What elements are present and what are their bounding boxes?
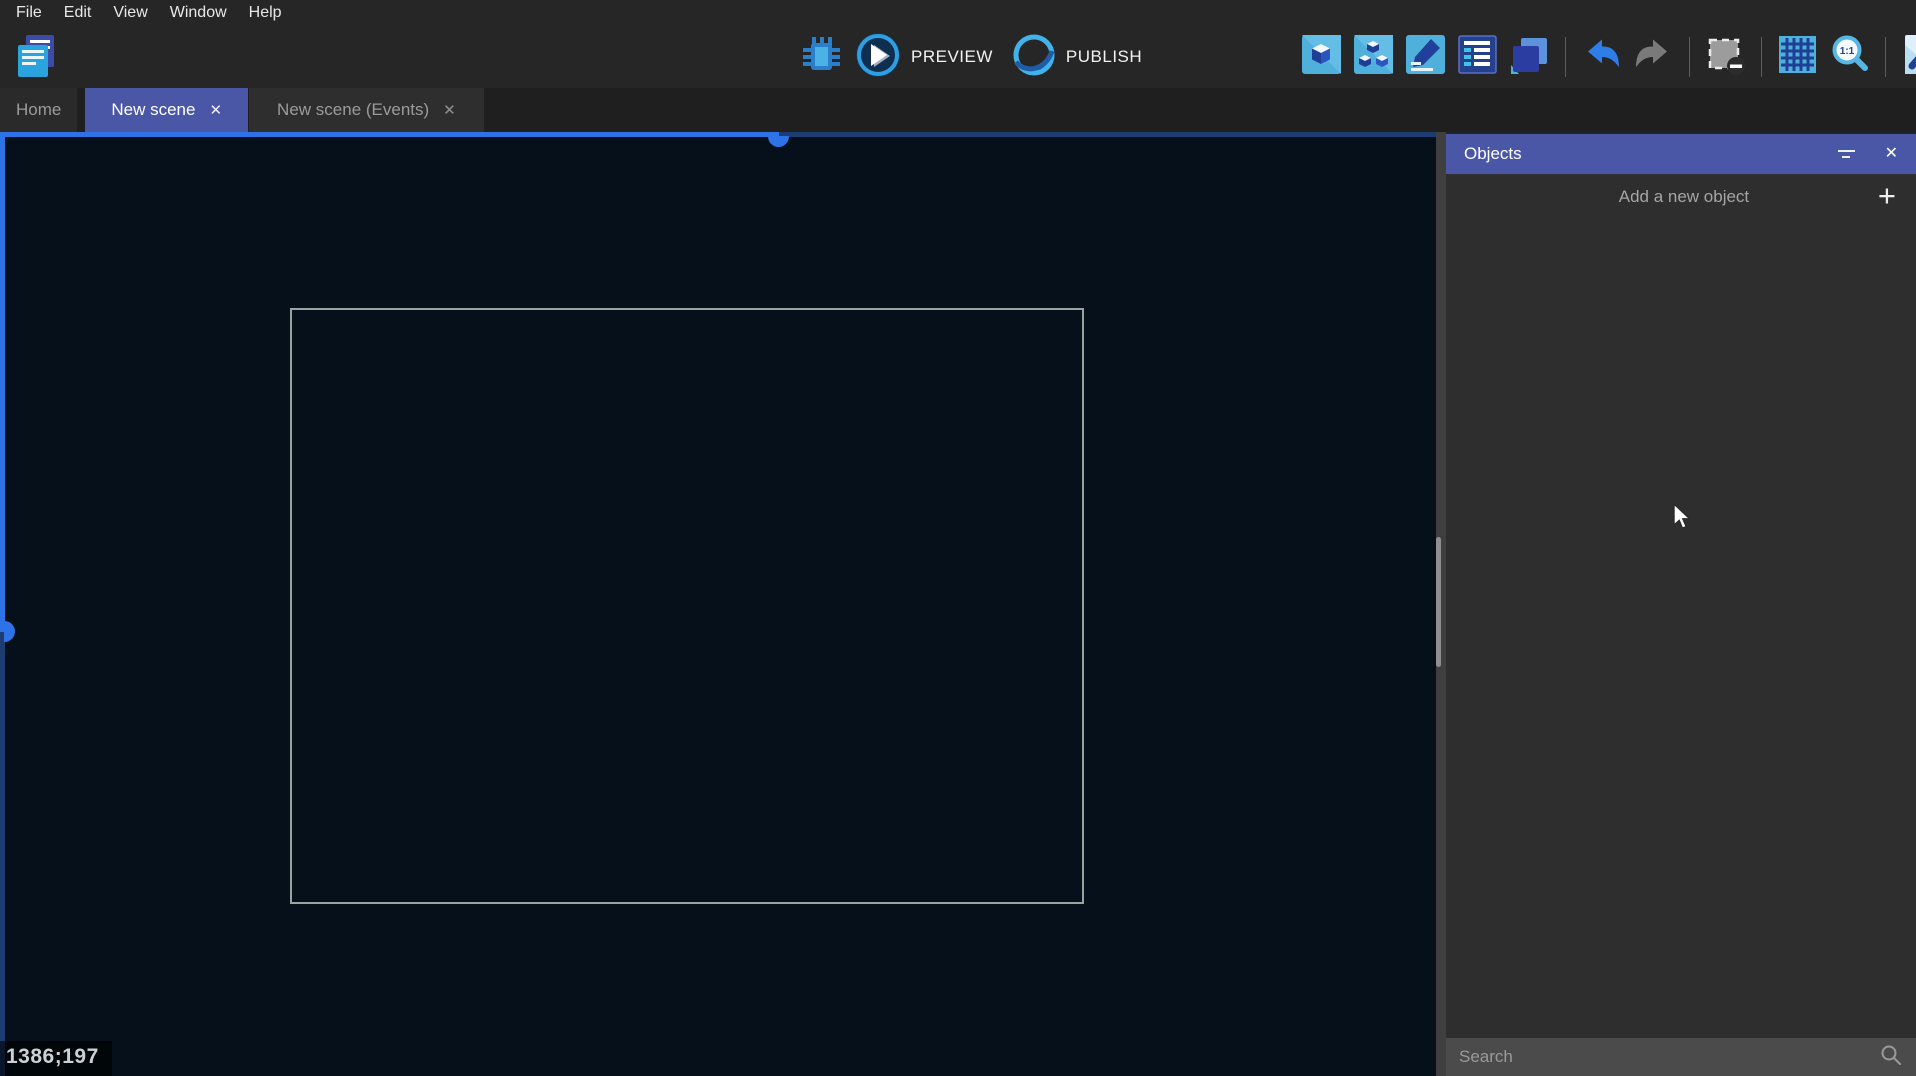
scene-window-frame [290,308,1084,904]
menu-edit[interactable]: Edit [53,2,103,24]
tab-bar: Home New scene ✕ New scene (Events) ✕ [0,88,1916,132]
redo-button[interactable] [1632,33,1675,81]
zoom-1-1-icon: 1:1 [1828,33,1871,81]
instances-list-button[interactable] [1456,33,1499,81]
toolbar-center-group: PREVIEW PUBLISH [800,33,1148,81]
tab-new-scene-label: New scene [111,100,195,120]
toolbar-separator [1885,37,1886,77]
menu-view[interactable]: View [102,2,158,24]
canvas-horizontal-scroll-fill [0,132,779,137]
tab-new-scene[interactable]: New scene ✕ [85,88,248,132]
add-new-object-button[interactable]: Add a new object + [1446,174,1916,220]
deselect-all-icon [1704,33,1747,81]
toolbar-separator [1565,37,1566,77]
objects-search-input[interactable] [1459,1047,1879,1067]
objects-panel: Objects ✕ Add a new object + [1446,132,1916,1076]
grid-icon [1776,33,1819,81]
tab-new-scene-events-label: New scene (Events) [277,100,429,120]
tab-new-scene-events[interactable]: New scene (Events) ✕ [249,88,484,132]
plus-icon: + [1878,180,1896,211]
project-manager-icon [14,33,58,84]
scene-objects-icon [1300,33,1343,81]
objects-panel-title: Objects [1464,144,1838,164]
properties-button[interactable] [1404,33,1447,81]
properties-pencil-icon [1404,33,1447,81]
object-groups-icon [1352,33,1395,81]
debugger-bug-icon [800,33,843,81]
scene-properties-button[interactable] [1900,33,1916,81]
content-row: 1386;197 Objects ✕ Add a new object + [0,132,1916,1076]
cursor-coordinates-readout: 1386;197 [0,1041,112,1076]
publish-globe-icon [1011,32,1057,83]
canvas-vertical-scroll-thumb[interactable] [4,621,15,642]
object-groups-button[interactable] [1352,33,1395,81]
layers-button[interactable] [1508,33,1551,81]
gdevelop-window: File Edit View Window Help [0,0,1916,1076]
panel-divider[interactable] [1436,132,1446,1076]
undo-icon [1580,33,1623,81]
layers-icon [1508,33,1551,81]
scene-objects-button[interactable] [1300,33,1343,81]
publish-button[interactable]: PUBLISH [1011,32,1148,83]
scene-properties-wrench-icon [1900,33,1916,81]
menu-window[interactable]: Window [159,2,238,24]
preview-button[interactable]: PREVIEW [855,32,999,83]
add-new-object-label: Add a new object [1466,187,1878,207]
toolbar-separator [1689,37,1690,77]
preview-play-icon [855,32,901,83]
preview-label: PREVIEW [911,47,993,67]
tab-home[interactable]: Home [0,88,77,132]
toolbar-right-group: 1:1 [1300,35,1916,79]
svg-text:1:1: 1:1 [1840,46,1855,57]
canvas-vertical-scroll-fill [0,132,5,632]
objects-panel-header: Objects ✕ [1446,134,1916,174]
toolbar: PREVIEW PUBLISH [0,25,1916,88]
grid-button[interactable] [1776,33,1819,81]
menu-help[interactable]: Help [238,2,293,24]
deselect-all-button[interactable] [1704,33,1747,81]
panel-scrollbar-thumb[interactable] [1436,537,1441,667]
tab-close-icon[interactable]: ✕ [209,103,222,118]
redo-icon [1632,33,1675,81]
menu-bar: File Edit View Window Help [0,0,1916,25]
menu-file[interactable]: File [5,2,53,24]
scene-editor-canvas[interactable]: 1386;197 [0,132,1436,1076]
debugger-button[interactable] [800,33,843,81]
search-icon [1879,1043,1903,1072]
filter-icon[interactable] [1838,150,1855,158]
mouse-cursor-icon [1673,503,1695,536]
tab-home-label: Home [16,100,61,120]
objects-search-bar [1446,1038,1916,1076]
instances-list-icon [1456,33,1499,81]
toolbar-separator [1761,37,1762,77]
zoom-1-1-button[interactable]: 1:1 [1828,33,1871,81]
publish-label: PUBLISH [1066,47,1142,67]
canvas-horizontal-scroll-thumb[interactable] [768,136,789,147]
project-manager-button[interactable] [14,33,58,84]
tab-close-icon[interactable]: ✕ [443,103,456,118]
undo-button[interactable] [1580,33,1623,81]
objects-list-empty-area[interactable] [1446,220,1916,1038]
objects-panel-close-icon[interactable]: ✕ [1885,146,1898,162]
